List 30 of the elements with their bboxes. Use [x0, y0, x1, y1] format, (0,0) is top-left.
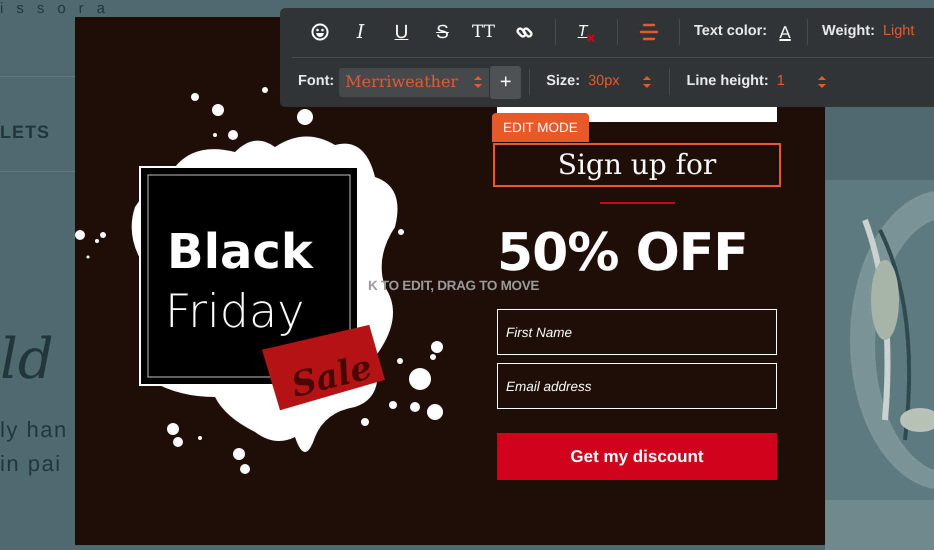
text-color-button[interactable]: A	[767, 17, 804, 48]
italic-button[interactable]: I	[340, 17, 381, 48]
input-field[interactable]: Email address	[497, 363, 777, 409]
align-center-icon	[638, 22, 658, 42]
tag-text: Sale	[288, 347, 376, 406]
line-height-value[interactable]: 1	[776, 71, 785, 94]
caps-button[interactable]: TT	[463, 17, 504, 48]
option-label: Text color:	[694, 22, 768, 42]
input-field[interactable]: First Name	[497, 309, 777, 355]
artwork-title: Friday	[165, 284, 304, 338]
add-font-button[interactable]: +	[490, 66, 522, 99]
clear-button[interactable]: T	[566, 17, 607, 48]
strike-button[interactable]: S	[422, 17, 463, 48]
stepper-icon	[473, 75, 484, 90]
underline-button[interactable]: U	[381, 17, 422, 48]
cross-icon	[587, 34, 596, 42]
offer-text: 50% OFF	[497, 230, 749, 276]
headline-text[interactable]: Sign up for	[493, 143, 781, 187]
option-label: Weight:	[822, 22, 875, 42]
option-label: Size:	[546, 72, 580, 92]
stepper-icon[interactable]	[816, 75, 827, 90]
stepper-icon[interactable]	[642, 75, 652, 90]
edit-mode-badge: EDIT MODE	[492, 113, 589, 142]
size-value[interactable]: 30px	[588, 71, 620, 94]
artwork-title: Black	[167, 224, 313, 280]
submit-button[interactable]: Get my discount	[497, 433, 777, 480]
smiley-icon	[310, 23, 328, 42]
option-label: Line height:	[686, 72, 769, 92]
option-label: Font:	[298, 72, 334, 92]
weight-value[interactable]: Light	[882, 21, 914, 44]
